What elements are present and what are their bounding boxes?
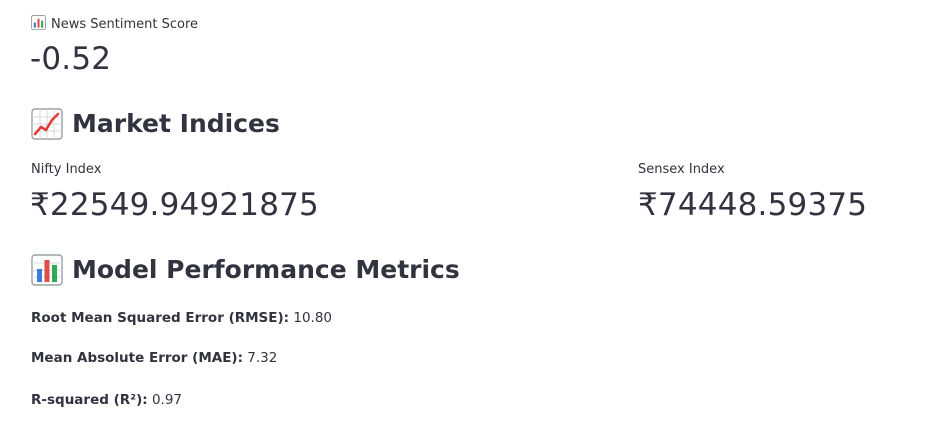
r2-line: R-squared (R²): 0.97 [31,391,182,409]
nifty-label: Nifty Index [31,162,102,177]
rmse-label: Root Mean Squared Error (RMSE): [31,310,290,326]
market-indices-title: Market Indices [72,109,280,138]
r2-label: R-squared (R²): [31,392,148,408]
mae-label: Mean Absolute Error (MAE): [31,350,243,366]
sensex-value: ₹74448.59375 [638,187,868,223]
rmse-line: Root Mean Squared Error (RMSE): 10.80 [31,309,332,327]
sentiment-metric-label: News Sentiment Score [31,15,198,33]
sensex-label: Sensex Index [638,162,725,177]
mae-line: Mean Absolute Error (MAE): 7.32 [31,349,277,367]
nifty-value: ₹22549.94921875 [30,187,319,223]
rmse-value: 10.80 [293,310,333,326]
r2-value: 0.97 [151,392,183,408]
sentiment-label: News Sentiment Score [51,17,198,32]
model-performance-heading: Model Performance Metrics [31,254,460,286]
mae-value: 7.32 [247,350,278,366]
sentiment-value: -0.52 [30,41,112,77]
market-indices-heading: Market Indices [31,108,280,140]
bar-chart-icon [31,254,63,286]
chart-increasing-icon [31,108,63,140]
bar-chart-icon [31,15,46,30]
model-performance-title: Model Performance Metrics [72,255,460,284]
